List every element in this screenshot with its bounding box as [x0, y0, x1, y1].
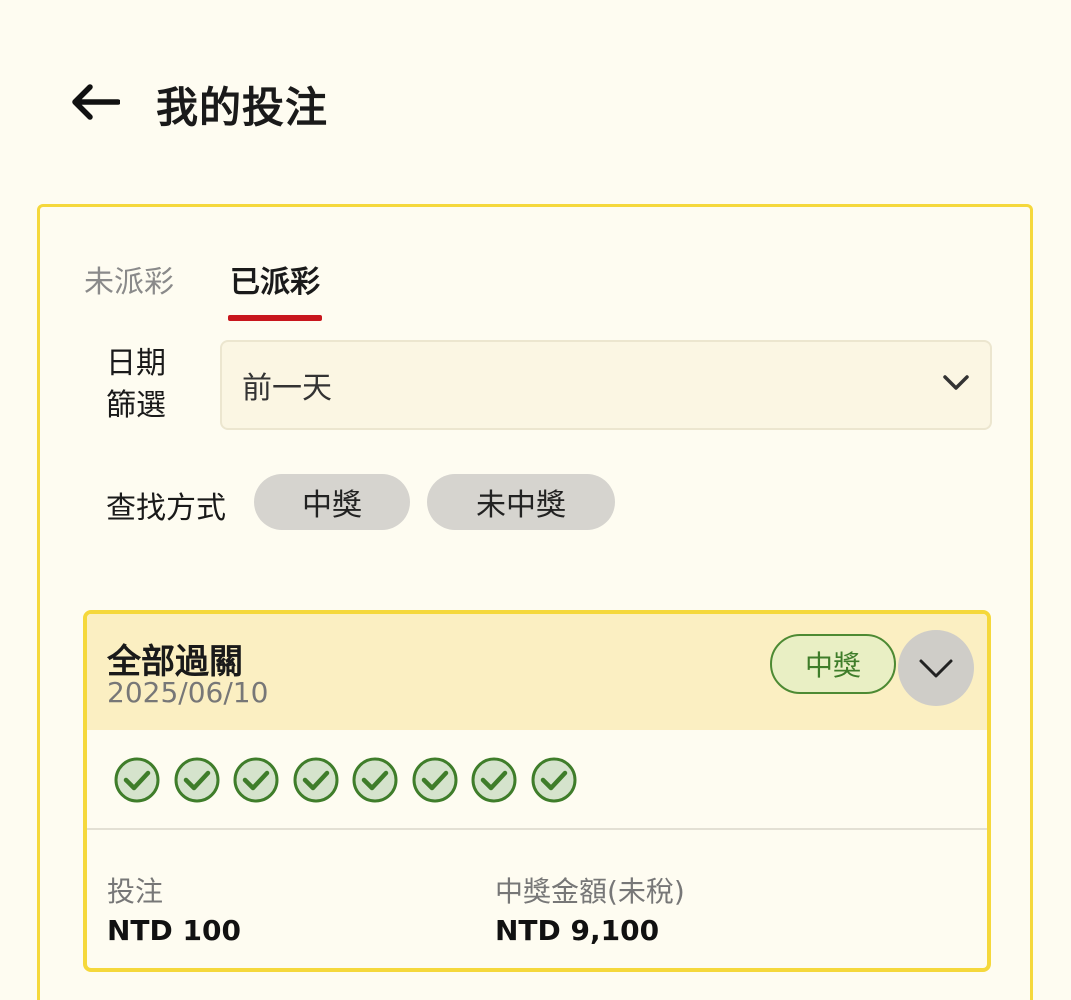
page-header: 我的投注	[0, 0, 1071, 205]
check-circle-icon	[293, 757, 338, 803]
chevron-down-icon	[943, 375, 969, 390]
leg-results	[113, 756, 589, 804]
search-method-label: 查找方式	[106, 491, 226, 526]
payout-label: 中獎金額(未稅)	[495, 875, 685, 908]
payout-value: NTD 9,100	[495, 914, 660, 947]
check-circle-icon	[471, 757, 517, 803]
divider	[87, 828, 987, 830]
stake-value: NTD 100	[107, 914, 241, 947]
check-circle-icon	[352, 757, 398, 803]
tab-unsettled[interactable]: 未派彩	[84, 257, 174, 321]
filter-chip-won[interactable]: 中獎	[254, 474, 410, 530]
check-circle-icon	[114, 757, 160, 803]
check-circle-icon	[233, 757, 279, 803]
back-button[interactable]	[68, 76, 128, 128]
bets-panel: 未派彩 已派彩 日期篩選 前一天 查找方式 中獎 未中獎 全部過關 2025/0…	[37, 204, 1033, 1000]
arrow-left-icon	[72, 84, 120, 120]
status-tabs: 未派彩 已派彩	[84, 257, 376, 321]
date-filter-value: 前一天	[242, 371, 332, 406]
check-circle-icon	[412, 757, 457, 803]
check-circle-icon	[174, 757, 219, 803]
status-badge: 中獎	[770, 634, 896, 694]
bet-date: 2025/06/10	[107, 676, 269, 709]
bet-card-header: 全部過關 2025/06/10 中獎	[87, 614, 987, 730]
date-filter-select[interactable]: 前一天	[220, 340, 992, 430]
stake-label: 投注	[107, 875, 164, 908]
expand-button[interactable]	[898, 630, 974, 706]
tab-settled[interactable]: 已派彩	[228, 257, 322, 321]
filter-chip-lost[interactable]: 未中獎	[427, 474, 615, 530]
check-circle-icon	[531, 757, 576, 803]
page-title: 我的投注	[156, 83, 329, 132]
bet-card[interactable]: 全部過關 2025/06/10 中獎 投注 NTD 100 中獎金額(未稅) N…	[83, 610, 991, 972]
chevron-down-icon	[919, 659, 953, 678]
date-filter-label: 日期篩選	[106, 346, 166, 423]
